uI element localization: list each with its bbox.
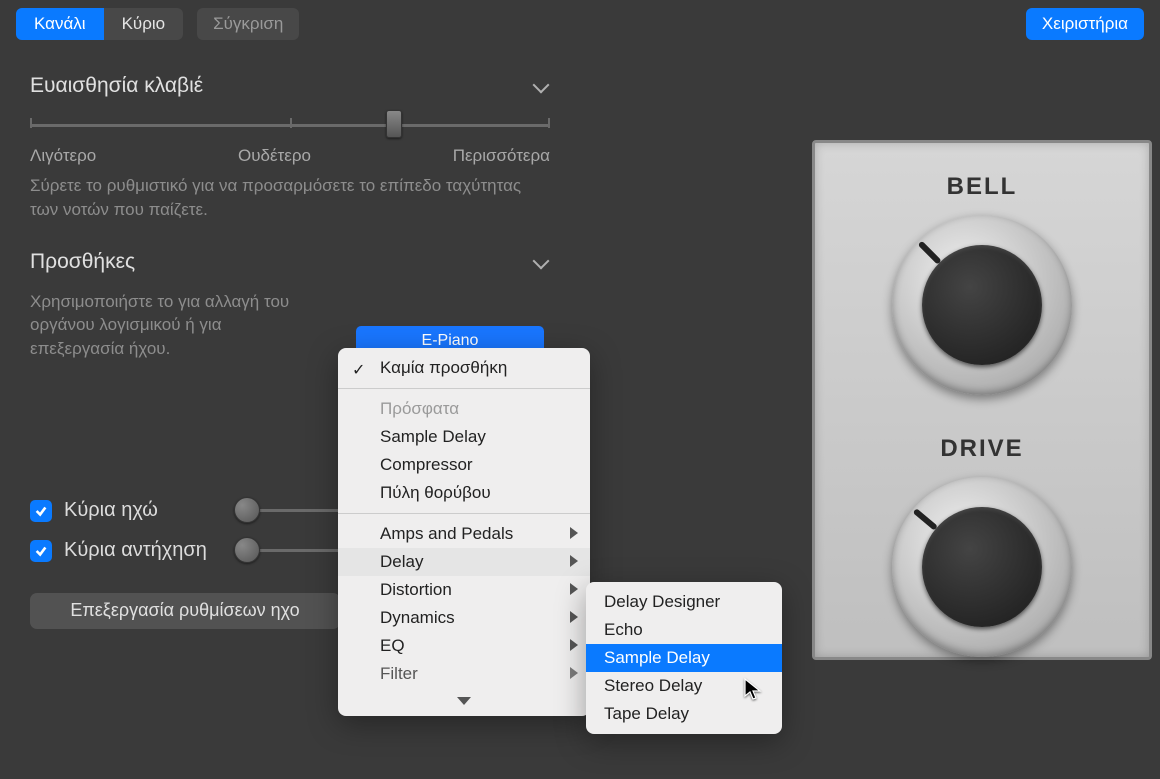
- drive-label: DRIVE: [940, 435, 1023, 463]
- mouse-cursor-icon: [744, 678, 764, 704]
- slider-tick: [290, 118, 292, 128]
- controls-button[interactable]: Χειριστήρια: [1026, 8, 1144, 40]
- menu-label: Delay: [380, 552, 423, 571]
- menu-cat-dynamics[interactable]: Dynamics: [338, 604, 590, 632]
- chevron-right-icon: [570, 667, 578, 679]
- menu-cat-distortion[interactable]: Distortion: [338, 576, 590, 604]
- drive-knob-section: DRIVE: [845, 435, 1119, 657]
- submenu-echo[interactable]: Echo: [586, 616, 782, 644]
- compare-button[interactable]: Σύγκριση: [197, 8, 299, 40]
- submenu-delay-designer[interactable]: Delay Designer: [586, 588, 782, 616]
- top-toolbar: Κανάλι Κύριο Σύγκριση Χειριστήρια: [0, 0, 1160, 48]
- chevron-right-icon: [570, 527, 578, 539]
- reverb-thumb[interactable]: [234, 537, 260, 563]
- reverb-checkbox[interactable]: [30, 540, 52, 562]
- bell-knob-section: BELL: [845, 173, 1119, 395]
- sensitivity-title: Ευαισθησία κλαβιέ: [30, 74, 203, 98]
- menu-cat-amps[interactable]: Amps and Pedals: [338, 520, 590, 548]
- menu-cat-delay[interactable]: Delay: [338, 548, 590, 576]
- menu-recent-noise-gate[interactable]: Πύλη θορύβου: [338, 479, 590, 507]
- plugins-help: Χρησιμοποιήστε το για αλλαγή του οργάνου…: [30, 290, 310, 361]
- chevron-down-icon: [532, 77, 550, 95]
- menu-label: EQ: [380, 636, 405, 655]
- slider-tick: [30, 118, 32, 128]
- slider-tick: [548, 118, 550, 128]
- bell-label: BELL: [947, 173, 1018, 201]
- menu-divider: [338, 513, 590, 514]
- chevron-down-icon: [532, 253, 550, 271]
- echo-label: Κύρια ηχώ: [64, 499, 224, 522]
- menu-recent-compressor[interactable]: Compressor: [338, 451, 590, 479]
- main-tab[interactable]: Κύριο: [104, 8, 184, 40]
- echo-checkbox[interactable]: [30, 500, 52, 522]
- menu-label: Dynamics: [380, 608, 455, 627]
- menu-cat-filter[interactable]: Filter: [338, 660, 590, 688]
- menu-label: Distortion: [380, 580, 452, 599]
- drive-knob[interactable]: [892, 477, 1072, 657]
- label-neutral: Ουδέτερο: [238, 146, 311, 166]
- chevron-right-icon: [570, 639, 578, 651]
- plugins-header[interactable]: Προσθήκες: [30, 250, 550, 274]
- slider-thumb[interactable]: [386, 110, 402, 138]
- channel-tab[interactable]: Κανάλι: [16, 8, 104, 40]
- label-more: Περισσότερα: [453, 146, 550, 166]
- edit-sound-settings-button[interactable]: Επεξεργασία ρυθμίσεων ηχο: [30, 593, 340, 629]
- submenu-sample-delay[interactable]: Sample Delay: [586, 644, 782, 672]
- check-icon: ✓: [352, 360, 365, 380]
- plugin-visual-panel: BELL DRIVE: [812, 140, 1152, 660]
- menu-label: Amps and Pedals: [380, 524, 513, 543]
- menu-label: Filter: [380, 664, 418, 683]
- chevron-right-icon: [570, 583, 578, 595]
- chevron-right-icon: [570, 555, 578, 567]
- plugin-context-menu: ✓ Καμία προσθήκη Πρόσφατα Sample Delay C…: [338, 348, 590, 716]
- scroll-down-icon[interactable]: [338, 688, 590, 710]
- delay-submenu: Delay Designer Echo Sample Delay Stereo …: [586, 582, 782, 734]
- menu-recent-sample-delay[interactable]: Sample Delay: [338, 423, 590, 451]
- left-top-group: Κανάλι Κύριο Σύγκριση: [16, 8, 299, 40]
- reverb-label: Κύρια αντήχηση: [64, 539, 224, 562]
- menu-label: Καμία προσθήκη: [380, 358, 507, 377]
- plugins-title: Προσθήκες: [30, 250, 135, 274]
- slider-labels: Λιγότερο Ουδέτερο Περισσότερα: [30, 146, 550, 166]
- label-less: Λιγότερο: [30, 146, 96, 166]
- bell-knob[interactable]: [892, 215, 1072, 395]
- sensitivity-help: Σύρετε το ρυθμιστικό για να προσαρμόσετε…: [30, 174, 550, 222]
- menu-divider: [338, 388, 590, 389]
- menu-item-none[interactable]: ✓ Καμία προσθήκη: [338, 354, 590, 382]
- chevron-right-icon: [570, 611, 578, 623]
- sensitivity-header[interactable]: Ευαισθησία κλαβιέ: [30, 74, 550, 98]
- view-segment: Κανάλι Κύριο: [16, 8, 183, 40]
- submenu-tape-delay[interactable]: Tape Delay: [586, 700, 782, 728]
- menu-cat-eq[interactable]: EQ: [338, 632, 590, 660]
- menu-recent-header: Πρόσφατα: [338, 395, 590, 423]
- echo-thumb[interactable]: [234, 497, 260, 523]
- sensitivity-slider[interactable]: [30, 114, 550, 136]
